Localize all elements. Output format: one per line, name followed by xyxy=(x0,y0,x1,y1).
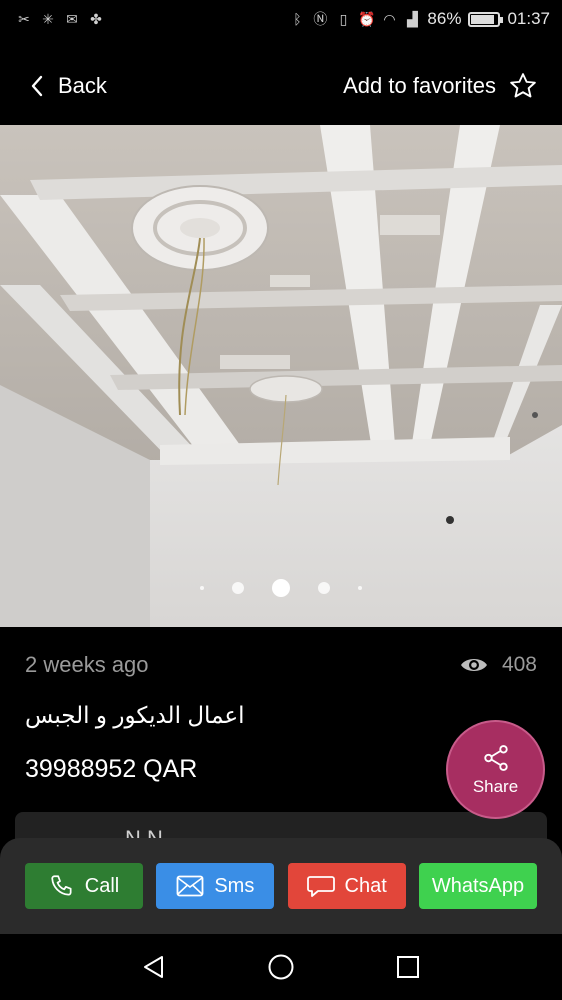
square-recents-icon xyxy=(397,956,420,978)
favorites-label: Add to favorites xyxy=(343,73,496,98)
nav-recents-button[interactable] xyxy=(388,947,428,987)
chat-button[interactable]: Chat xyxy=(287,863,406,909)
alarm-icon: ⏰ xyxy=(358,11,376,27)
share-button[interactable]: Share xyxy=(446,720,545,819)
battery-icon xyxy=(468,11,504,27)
call-button[interactable]: Call xyxy=(25,863,143,909)
app-header: Back Add to favorites xyxy=(0,50,562,122)
star-icon xyxy=(510,73,536,98)
listing-title: اعمال الديكور و الجبس xyxy=(25,702,245,728)
posted-time: 2 weeks ago xyxy=(25,652,149,677)
add-to-favorites-button[interactable]: Add to favorites xyxy=(343,71,538,101)
battery-percent: 86% xyxy=(427,9,462,28)
status-notifications: ✂ ✳ ✉ ✤ xyxy=(16,11,104,27)
bluetooth-icon: ᛒ xyxy=(293,11,302,27)
mail-icon: ✉ xyxy=(66,11,78,27)
signal-icon: ▟ xyxy=(407,11,418,27)
views-value: 408 xyxy=(501,653,537,676)
listing-price: 39988952 QAR xyxy=(25,755,198,783)
loader-icon: ✳ xyxy=(42,11,54,27)
sms-button[interactable]: Sms xyxy=(156,863,275,909)
share-icon xyxy=(483,744,508,771)
system-navigation-bar xyxy=(0,934,562,1000)
nav-back-button[interactable] xyxy=(134,947,174,987)
gallery-dot[interactable] xyxy=(318,582,330,594)
phone-icon xyxy=(51,875,72,896)
sms-label: Sms xyxy=(214,874,255,897)
gallery-dot[interactable] xyxy=(358,586,362,590)
gallery-dot-active[interactable] xyxy=(272,579,290,597)
chevron-left-icon xyxy=(31,75,43,97)
gallery-dot[interactable] xyxy=(232,582,244,594)
image-gallery[interactable] xyxy=(0,125,562,627)
triangle-back-icon xyxy=(143,956,163,978)
status-bar: ✂ ✳ ✉ ✤ ᛒ Ⓝ ▯ ⏰ ◠ ▟ 86% 01:37 xyxy=(0,0,562,38)
nav-home-button[interactable] xyxy=(261,947,301,987)
share-label: Share xyxy=(472,776,519,796)
chat-bubble-icon xyxy=(306,876,335,897)
view-count: 408 xyxy=(460,653,537,677)
contact-actions-bar: Call Sms Chat WhatsApp xyxy=(0,838,562,934)
eye-icon xyxy=(460,659,487,671)
fan-icon: ✤ xyxy=(90,11,102,27)
back-button[interactable]: Back xyxy=(30,73,107,99)
gallery-pagination xyxy=(0,579,562,597)
status-system: ᛒ Ⓝ ▯ ⏰ ◠ ▟ 86% 01:37 xyxy=(289,9,550,29)
tool-icon: ✂ xyxy=(18,11,30,27)
gallery-dot[interactable] xyxy=(200,586,204,590)
circle-home-icon xyxy=(268,954,294,980)
listing-photo xyxy=(0,125,562,627)
call-label: Call xyxy=(84,874,120,897)
whatsapp-label: WhatsApp xyxy=(431,874,525,897)
envelope-icon xyxy=(176,875,204,897)
whatsapp-button[interactable]: WhatsApp xyxy=(418,863,537,909)
nfc-icon: Ⓝ xyxy=(313,11,328,27)
listing-meta: 2 weeks ago 408 xyxy=(25,652,537,678)
back-label: Back xyxy=(58,73,107,98)
clock: 01:37 xyxy=(507,9,550,28)
wifi-icon: ◠ xyxy=(383,11,396,27)
chat-label: Chat xyxy=(344,874,387,897)
vibrate-icon: ▯ xyxy=(339,11,348,27)
